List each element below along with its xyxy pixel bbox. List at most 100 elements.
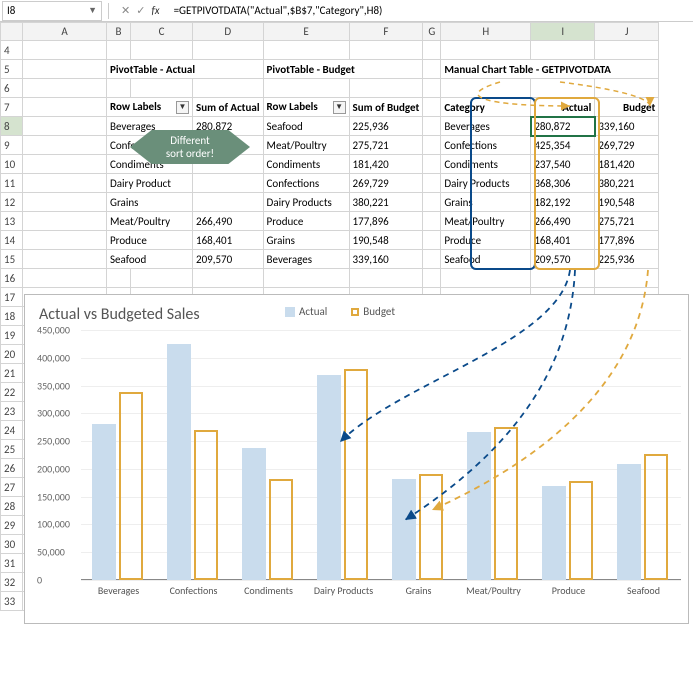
- filter-dropdown-icon[interactable]: ▼: [333, 101, 346, 114]
- cell-manual-budget[interactable]: 269,729: [595, 136, 659, 155]
- row-header-17[interactable]: 17: [1, 288, 23, 307]
- cell[interactable]: [131, 269, 193, 288]
- cell[interactable]: [595, 41, 659, 60]
- bar-actual[interactable]: [92, 424, 116, 580]
- cell-budget-label[interactable]: Meat/Poultry: [263, 136, 349, 155]
- bar-budget[interactable]: [344, 369, 368, 580]
- col-header-I[interactable]: I: [531, 23, 595, 41]
- cell-budget-val[interactable]: 181,420: [349, 155, 423, 174]
- cell[interactable]: [423, 269, 441, 288]
- formula-input[interactable]: =GETPIVOTDATA("Actual",$B$7,"Category",H…: [168, 4, 383, 17]
- row-header-10[interactable]: 10: [1, 155, 23, 174]
- cell-manual-cat[interactable]: Seafood: [441, 250, 531, 269]
- bar-actual[interactable]: [317, 375, 341, 580]
- bar-budget[interactable]: [269, 479, 293, 580]
- cell-budget-val[interactable]: 380,221: [349, 193, 423, 212]
- bar-actual[interactable]: [617, 464, 641, 580]
- cell-budget-label[interactable]: Seafood: [263, 117, 349, 136]
- filter-dropdown-icon[interactable]: ▼: [176, 101, 189, 114]
- cell-actual-label[interactable]: Grains: [107, 193, 193, 212]
- cell-manual-cat[interactable]: Dairy Products: [441, 174, 531, 193]
- row-header-18[interactable]: 18: [1, 307, 23, 326]
- row-header-8[interactable]: 8: [1, 117, 23, 136]
- cell-budget-val[interactable]: 190,548: [349, 231, 423, 250]
- cell-manual-cat[interactable]: Confections: [441, 136, 531, 155]
- row-header-4[interactable]: 4: [1, 41, 23, 60]
- row-header-23[interactable]: 23: [1, 402, 23, 421]
- cell[interactable]: [193, 41, 264, 60]
- bar-budget[interactable]: [419, 474, 443, 580]
- row-header-6[interactable]: 6: [1, 79, 23, 98]
- cell[interactable]: [349, 41, 423, 60]
- row-header-11[interactable]: 11: [1, 174, 23, 193]
- cell[interactable]: [423, 79, 441, 98]
- accept-icon[interactable]: ✓: [136, 4, 145, 17]
- cell[interactable]: [441, 79, 531, 98]
- cell-actual-label[interactable]: Seafood: [107, 250, 193, 269]
- col-header-J[interactable]: J: [595, 23, 659, 41]
- col-header-E[interactable]: E: [263, 23, 349, 41]
- cell-budget-label[interactable]: Condiments: [263, 155, 349, 174]
- cell-manual-budget[interactable]: 225,936: [595, 250, 659, 269]
- row-header-12[interactable]: 12: [1, 193, 23, 212]
- bar-actual[interactable]: [392, 479, 416, 580]
- row-header-32[interactable]: 32: [1, 573, 23, 592]
- bar-actual[interactable]: [542, 486, 566, 580]
- cell[interactable]: [131, 79, 193, 98]
- cell-budget-val[interactable]: 177,896: [349, 212, 423, 231]
- cell-budget-label[interactable]: Grains: [263, 231, 349, 250]
- row-header-25[interactable]: 25: [1, 440, 23, 459]
- cell-manual-actual[interactable]: 368,306: [531, 174, 595, 193]
- cell-actual-val[interactable]: 168,401: [193, 231, 264, 250]
- row-header-7[interactable]: 7: [1, 98, 23, 117]
- cell-manual-cat[interactable]: Condiments: [441, 155, 531, 174]
- row-header-33[interactable]: 33: [1, 592, 23, 611]
- cell[interactable]: [107, 269, 131, 288]
- cell-budget-label[interactable]: Produce: [263, 212, 349, 231]
- row-header-22[interactable]: 22: [1, 383, 23, 402]
- cell-manual-actual[interactable]: 168,401: [531, 231, 595, 250]
- cell[interactable]: [349, 269, 423, 288]
- cell-actual-label[interactable]: Dairy Product: [107, 174, 193, 193]
- cell-actual-val[interactable]: 209,570: [193, 250, 264, 269]
- cell-manual-cat[interactable]: Beverages: [441, 117, 531, 136]
- cell-manual-budget[interactable]: 190,548: [595, 193, 659, 212]
- bar-budget[interactable]: [644, 454, 668, 580]
- bar-budget[interactable]: [494, 427, 518, 580]
- bar-budget[interactable]: [569, 481, 593, 580]
- cell[interactable]: [423, 41, 441, 60]
- cell-manual-actual[interactable]: 182,192: [531, 193, 595, 212]
- cell[interactable]: [23, 79, 107, 98]
- row-header-28[interactable]: 28: [1, 497, 23, 516]
- bar-actual[interactable]: [167, 344, 191, 580]
- cell-manual-budget[interactable]: 275,721: [595, 212, 659, 231]
- col-header-B[interactable]: B: [107, 23, 131, 41]
- cell[interactable]: [531, 41, 595, 60]
- cell[interactable]: [595, 79, 659, 98]
- cell[interactable]: [595, 269, 659, 288]
- chart[interactable]: Actual vs Budgeted Sales Actual Budget 0…: [24, 294, 689, 624]
- cell[interactable]: [23, 41, 107, 60]
- cell[interactable]: [531, 79, 595, 98]
- col-header-D[interactable]: D: [193, 23, 264, 41]
- cell-actual-val[interactable]: [193, 193, 264, 212]
- cell[interactable]: [107, 79, 131, 98]
- row-header-31[interactable]: 31: [1, 554, 23, 573]
- row-header-24[interactable]: 24: [1, 421, 23, 440]
- bar-budget[interactable]: [194, 430, 218, 580]
- cell-budget-label[interactable]: Beverages: [263, 250, 349, 269]
- cell-budget-val[interactable]: 225,936: [349, 117, 423, 136]
- cell[interactable]: [131, 41, 193, 60]
- cell[interactable]: [263, 41, 349, 60]
- col-header-H[interactable]: H: [441, 23, 531, 41]
- col-header-A[interactable]: A: [23, 23, 107, 41]
- row-header-15[interactable]: 15: [1, 250, 23, 269]
- cell-manual-actual[interactable]: 425,354: [531, 136, 595, 155]
- row-header-9[interactable]: 9: [1, 136, 23, 155]
- cell-budget-val[interactable]: 339,160: [349, 250, 423, 269]
- cell[interactable]: [23, 269, 107, 288]
- cell[interactable]: [263, 79, 349, 98]
- row-header-29[interactable]: 29: [1, 516, 23, 535]
- cell-manual-cat[interactable]: Produce: [441, 231, 531, 250]
- cell-manual-actual[interactable]: 209,570: [531, 250, 595, 269]
